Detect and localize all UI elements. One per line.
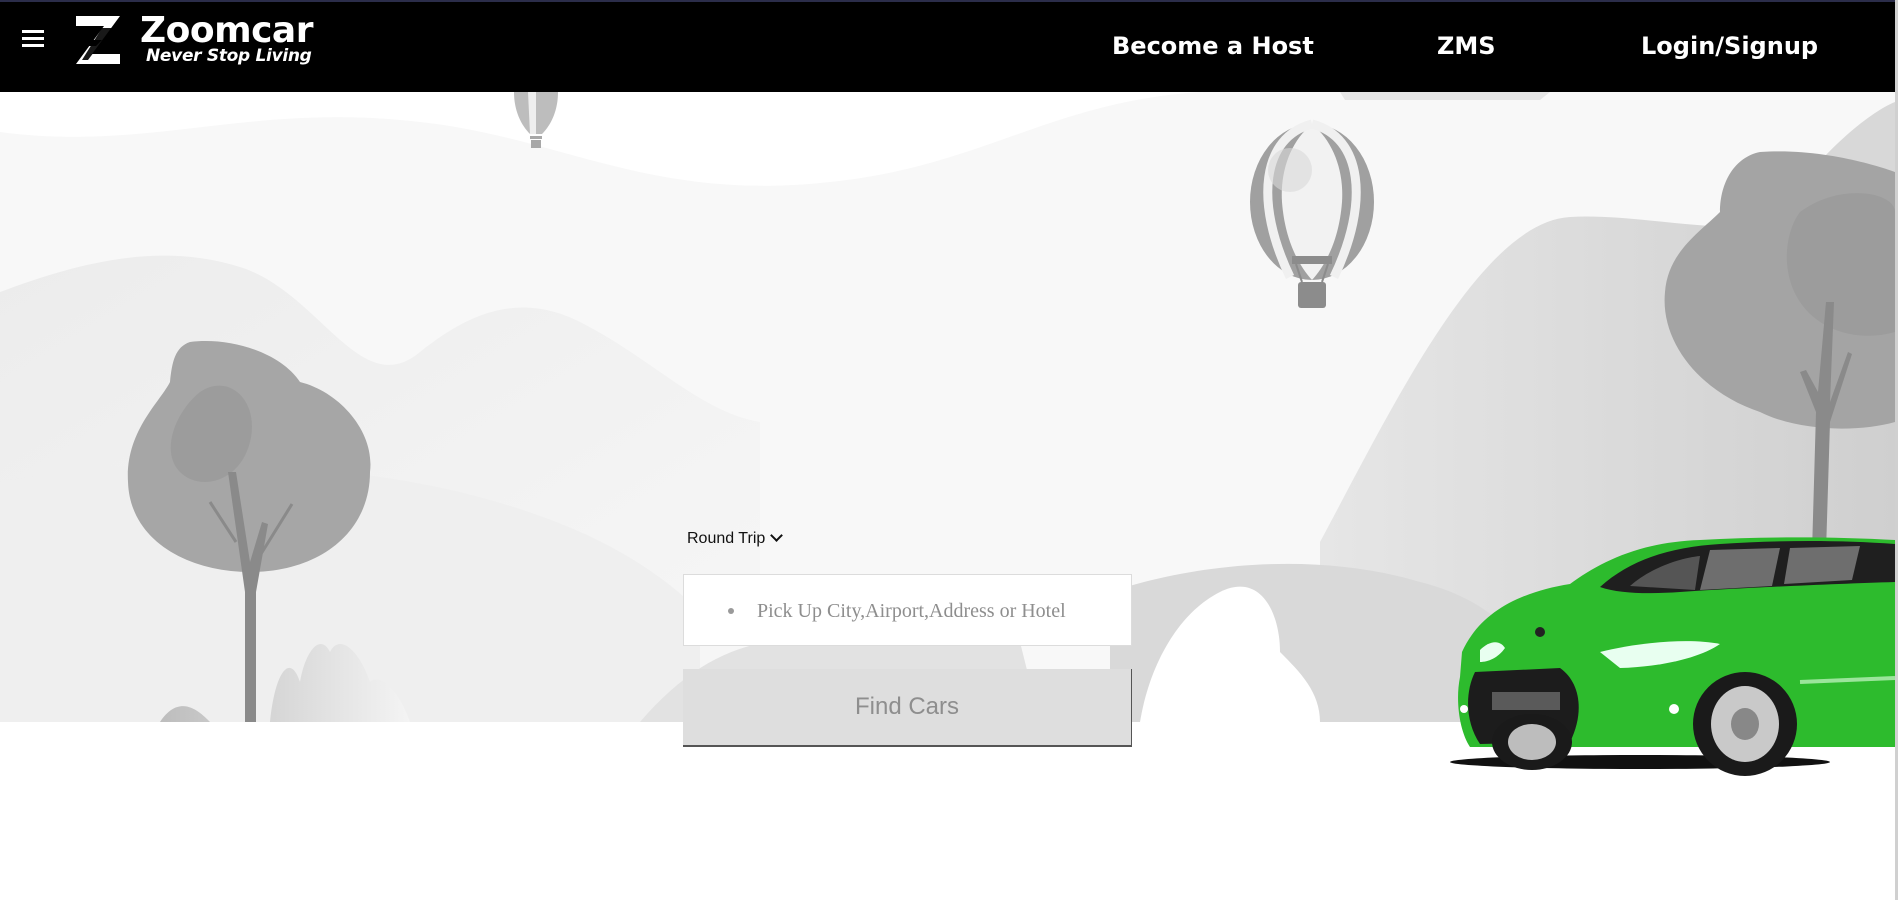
- trip-type-label: Round Trip: [687, 530, 766, 547]
- hero-illustration: [0, 92, 1895, 900]
- top-navigation-bar: Zoomcar Never Stop Living Become a Host …: [0, 0, 1895, 92]
- nav-login-signup[interactable]: Login/Signup: [1641, 31, 1818, 61]
- find-cars-button[interactable]: Find Cars: [683, 669, 1132, 747]
- location-input[interactable]: [757, 597, 1117, 625]
- brand-name[interactable]: Zoomcar: [140, 11, 313, 51]
- ground: [0, 722, 1895, 900]
- brand-tagline: Never Stop Living: [146, 46, 312, 66]
- nav-zms[interactable]: ZMS: [1437, 31, 1496, 61]
- chevron-down-icon: [770, 529, 784, 542]
- nav-become-a-host[interactable]: Become a Host: [1112, 31, 1314, 61]
- hamburger-menu-icon[interactable]: [22, 28, 46, 48]
- upper-band: [1340, 92, 1550, 100]
- location-search-box[interactable]: [683, 574, 1132, 646]
- bullet-icon: [728, 608, 734, 614]
- trip-type-select[interactable]: Round Trip: [687, 529, 784, 549]
- zoomcar-logo-icon[interactable]: [72, 14, 124, 66]
